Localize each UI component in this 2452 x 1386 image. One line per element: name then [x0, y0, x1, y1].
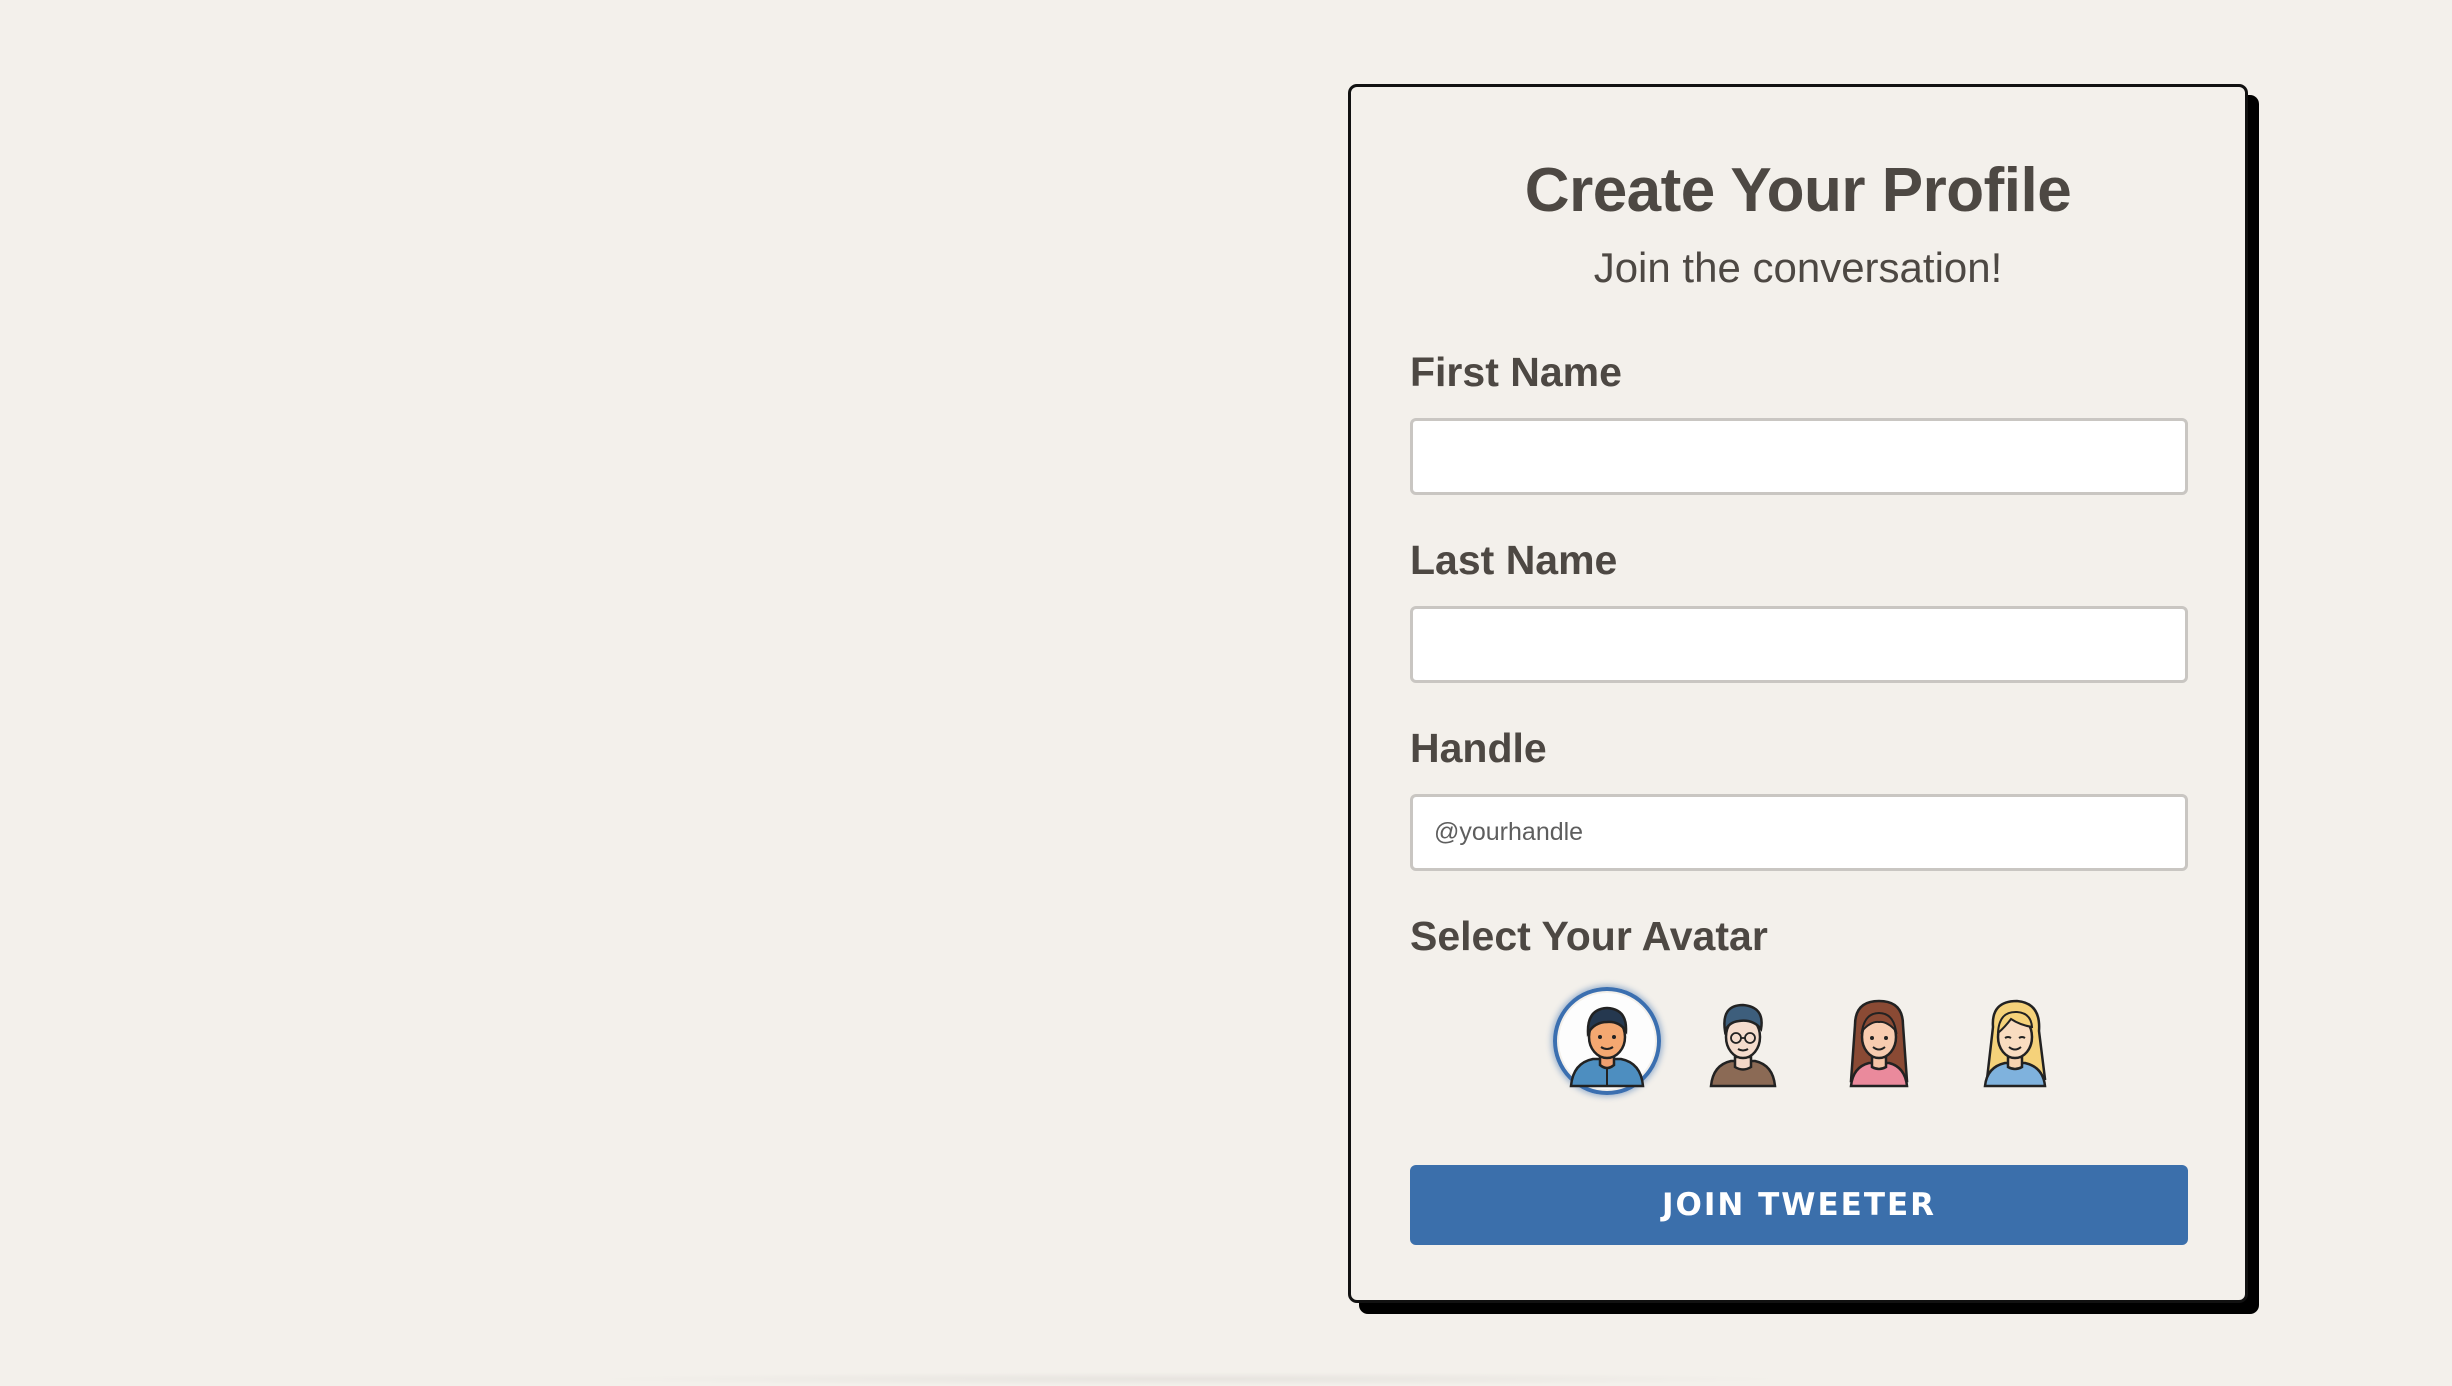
last-name-field[interactable] — [1410, 606, 2188, 683]
handle-label: Handle — [1410, 725, 1547, 771]
handle-field[interactable] — [1410, 794, 2188, 871]
avatar-label: Select Your Avatar — [1410, 913, 1768, 959]
last-name-label: Last Name — [1410, 537, 1618, 583]
avatar-option-2[interactable] — [1689, 987, 1797, 1095]
man-glasses-avatar-icon — [1709, 1003, 1777, 1088]
page-subtitle: Join the conversation! — [1593, 244, 2003, 291]
bottom-shadow — [580, 1372, 1800, 1386]
avatar-option-3[interactable] — [1825, 987, 1933, 1095]
profile-card: Create Your Profile Join the conversatio… — [1348, 84, 2248, 1303]
woman-brown-hair-avatar-icon — [1849, 999, 1909, 1088]
first-name-field[interactable] — [1410, 418, 2188, 495]
avatar-picker — [1351, 987, 2245, 1095]
first-name-label: First Name — [1410, 349, 1622, 395]
avatar-option-4[interactable] — [1961, 987, 2069, 1095]
avatar-option-1[interactable] — [1553, 987, 1661, 1095]
woman-blonde-hair-avatar-icon — [1983, 999, 2047, 1088]
join-button[interactable]: Join Tweeter — [1410, 1165, 2188, 1245]
man-dark-hair-avatar-icon — [1559, 993, 1655, 1089]
page-title: Create Your Profile — [1524, 156, 2072, 225]
